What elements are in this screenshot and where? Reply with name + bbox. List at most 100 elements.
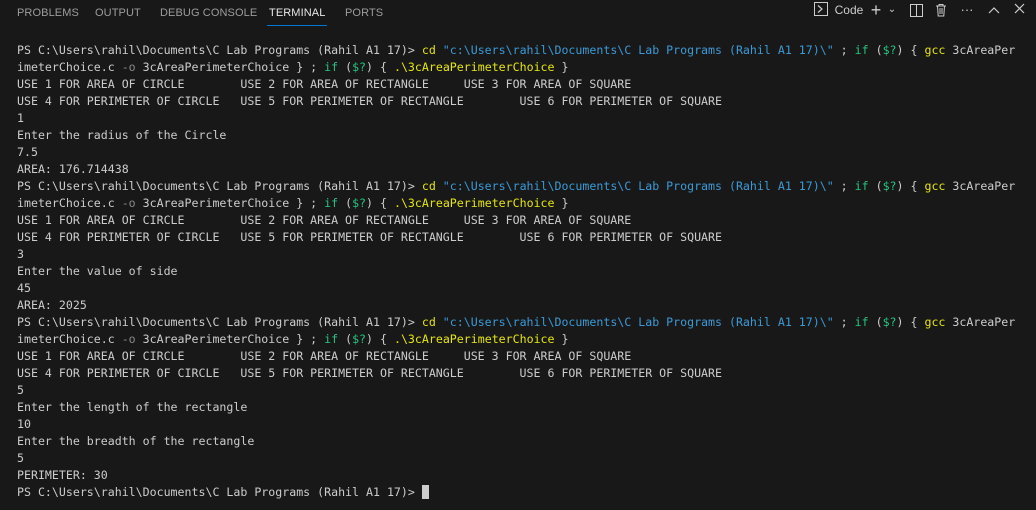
terminal-text-segment: .\3cAreaPerimeterChoice [393,332,555,346]
new-terminal-plus-icon[interactable]: + [868,0,884,20]
terminal-text-segment: -o [121,196,136,210]
terminal-text-segment: cd [421,179,436,193]
terminal-line: 1 [17,110,1015,127]
terminal-line: 45 [17,280,1015,297]
terminal-text-segment: USE 1 FOR AREA OF CIRCLE USE 2 FOR AREA … [17,77,632,91]
tab-problems[interactable]: PROBLEMS [17,7,79,19]
terminal-text-segment: USE 4 FOR PERIMETER OF CIRCLE USE 5 FOR … [17,94,722,108]
terminal-text-segment: PS C:\Users\rahil\Documents\C Lab Progra… [17,179,422,193]
trash-icon[interactable] [934,0,948,20]
terminal-text-segment: $? [352,332,367,346]
terminal-line: Enter the breadth of the rectangle [17,433,1015,450]
tab-output[interactable]: OUTPUT [95,7,141,19]
terminal-text-segment: } [554,60,569,74]
terminal-text-segment: "c:\Users\rahil\Documents\C Lab Programs… [435,179,834,193]
terminal-text-segment: "c:\Users\rahil\Documents\C Lab Programs… [435,315,834,329]
terminal-text-segment: ( [868,43,883,57]
terminal-line: 10 [17,416,1015,433]
terminal-text-segment: 45 [17,281,31,295]
terminal-text-segment: Enter the radius of the Circle [17,128,227,142]
terminal-line: USE 1 FOR AREA OF CIRCLE USE 2 FOR AREA … [17,212,1015,229]
terminal-text-segment: .\3cAreaPerimeterChoice [393,60,555,74]
terminal-line: USE 1 FOR AREA OF CIRCLE USE 2 FOR AREA … [17,348,1015,365]
terminal-text-segment: if [324,332,339,346]
terminal-text-segment: 3cAreaPerimeterChoice } ; [135,196,325,210]
terminal-text-segment: ) { [366,60,394,74]
terminal-text-segment: PS C:\Users\rahil\Documents\C Lab Progra… [17,315,422,329]
terminal-text-segment: 1 [17,111,24,125]
terminal-text-segment: 3cAreaPer [945,179,1016,193]
terminal-text-segment: $? [882,43,897,57]
terminal-text-segment: 5 [17,383,24,397]
terminal-text-segment: $? [882,315,897,329]
terminal-text-segment: ) { [366,332,394,346]
terminal-text-segment: } [554,332,569,346]
terminal-text-segment: 3 [17,247,24,261]
terminal-text-segment: 3cAreaPerimeterChoice } ; [135,60,325,74]
terminal-line: 5 [17,382,1015,399]
terminal-text-segment: gcc [924,179,946,193]
close-panel-icon[interactable] [1012,0,1026,20]
terminal-line: PS C:\Users\rahil\Documents\C Lab Progra… [17,314,1015,331]
terminal-text-segment: PS C:\Users\rahil\Documents\C Lab Progra… [17,43,422,57]
terminal-line: USE 1 FOR AREA OF CIRCLE USE 2 FOR AREA … [17,76,1015,93]
terminal-text-segment: $? [352,60,367,74]
terminal-text-segment: ( [868,179,883,193]
terminal-text-segment: -o [121,332,136,346]
terminal-text-segment: 10 [17,417,31,431]
terminal-output[interactable]: PS C:\Users\rahil\Documents\C Lab Progra… [17,42,1015,501]
terminal-text-segment: $? [882,179,897,193]
terminal-text-segment: Enter the breadth of the rectangle [17,434,255,448]
terminal-text-segment: ( [338,332,353,346]
terminal-selector[interactable]: Code [814,0,874,20]
terminal-text-segment: 7.5 [17,145,38,159]
terminal-line: imeterChoice.c -o 3cAreaPerimeterChoice … [17,195,1015,212]
terminal-text-segment: AREA: 2025 [17,298,87,312]
terminal-text-segment: PERIMETER: 30 [17,468,108,482]
tab-ports[interactable]: PORTS [345,7,383,19]
tab-terminal[interactable]: TERMINAL [266,7,328,26]
terminal-text-segment: 3cAreaPerimeterChoice } ; [135,332,325,346]
terminal-text-segment: USE 1 FOR AREA OF CIRCLE USE 2 FOR AREA … [17,213,632,227]
terminal-line: PS C:\Users\rahil\Documents\C Lab Progra… [17,178,1015,195]
terminal-text-segment: Enter the length of the rectangle [17,400,248,414]
terminal-line: PERIMETER: 30 [17,467,1015,484]
terminal-text-segment: $? [352,196,367,210]
more-actions-icon[interactable]: ··· [960,0,974,20]
terminal-line: PS C:\Users\rahil\Documents\C Lab Progra… [17,484,1015,501]
terminal-line: Enter the value of side [17,263,1015,280]
terminal-line: imeterChoice.c -o 3cAreaPerimeterChoice … [17,59,1015,76]
terminal-text-segment: ( [338,196,353,210]
terminal-text-segment: if [854,43,869,57]
terminal-line: USE 4 FOR PERIMETER OF CIRCLE USE 5 FOR … [17,93,1015,110]
terminal-icon [814,2,828,16]
terminal-text-segment: ( [868,315,883,329]
terminal-line: AREA: 176.714438 [17,161,1015,178]
terminal-line: 5 [17,450,1015,467]
terminal-line: USE 4 FOR PERIMETER OF CIRCLE USE 5 FOR … [17,229,1015,246]
terminal-text-segment: ) { [366,196,394,210]
terminal-text-segment: USE 1 FOR AREA OF CIRCLE USE 2 FOR AREA … [17,349,632,363]
terminal-line: imeterChoice.c -o 3cAreaPerimeterChoice … [17,331,1015,348]
tab-debug-console[interactable]: DEBUG CONSOLE [160,7,257,19]
terminal-line: USE 4 FOR PERIMETER OF CIRCLE USE 5 FOR … [17,365,1015,382]
terminal-text-segment: "c:\Users\rahil\Documents\C Lab Programs… [435,43,834,57]
terminal-text-segment: 5 [17,451,24,465]
terminal-text-segment: gcc [924,43,946,57]
terminal-text-segment: if [854,315,869,329]
chevron-down-icon[interactable]: ⌄ [886,0,898,20]
terminal-text-segment: USE 4 FOR PERIMETER OF CIRCLE USE 5 FOR … [17,366,722,380]
terminal-line: AREA: 2025 [17,297,1015,314]
terminal-line: Enter the length of the rectangle [17,399,1015,416]
terminal-text-segment: imeterChoice.c [17,332,122,346]
terminal-text-segment: if [324,60,339,74]
terminal-text-segment: imeterChoice.c [17,60,122,74]
terminal-line: Enter the radius of the Circle [17,127,1015,144]
terminal-text-segment: USE 4 FOR PERIMETER OF CIRCLE USE 5 FOR … [17,230,722,244]
terminal-text-segment: ( [338,60,353,74]
maximize-panel-chevron-up-icon[interactable] [987,0,1001,20]
terminal-text-segment: imeterChoice.c [17,196,122,210]
split-terminal-icon[interactable] [909,0,923,20]
terminal-text-segment: cd [421,43,436,57]
terminal-text-segment: gcc [924,315,946,329]
